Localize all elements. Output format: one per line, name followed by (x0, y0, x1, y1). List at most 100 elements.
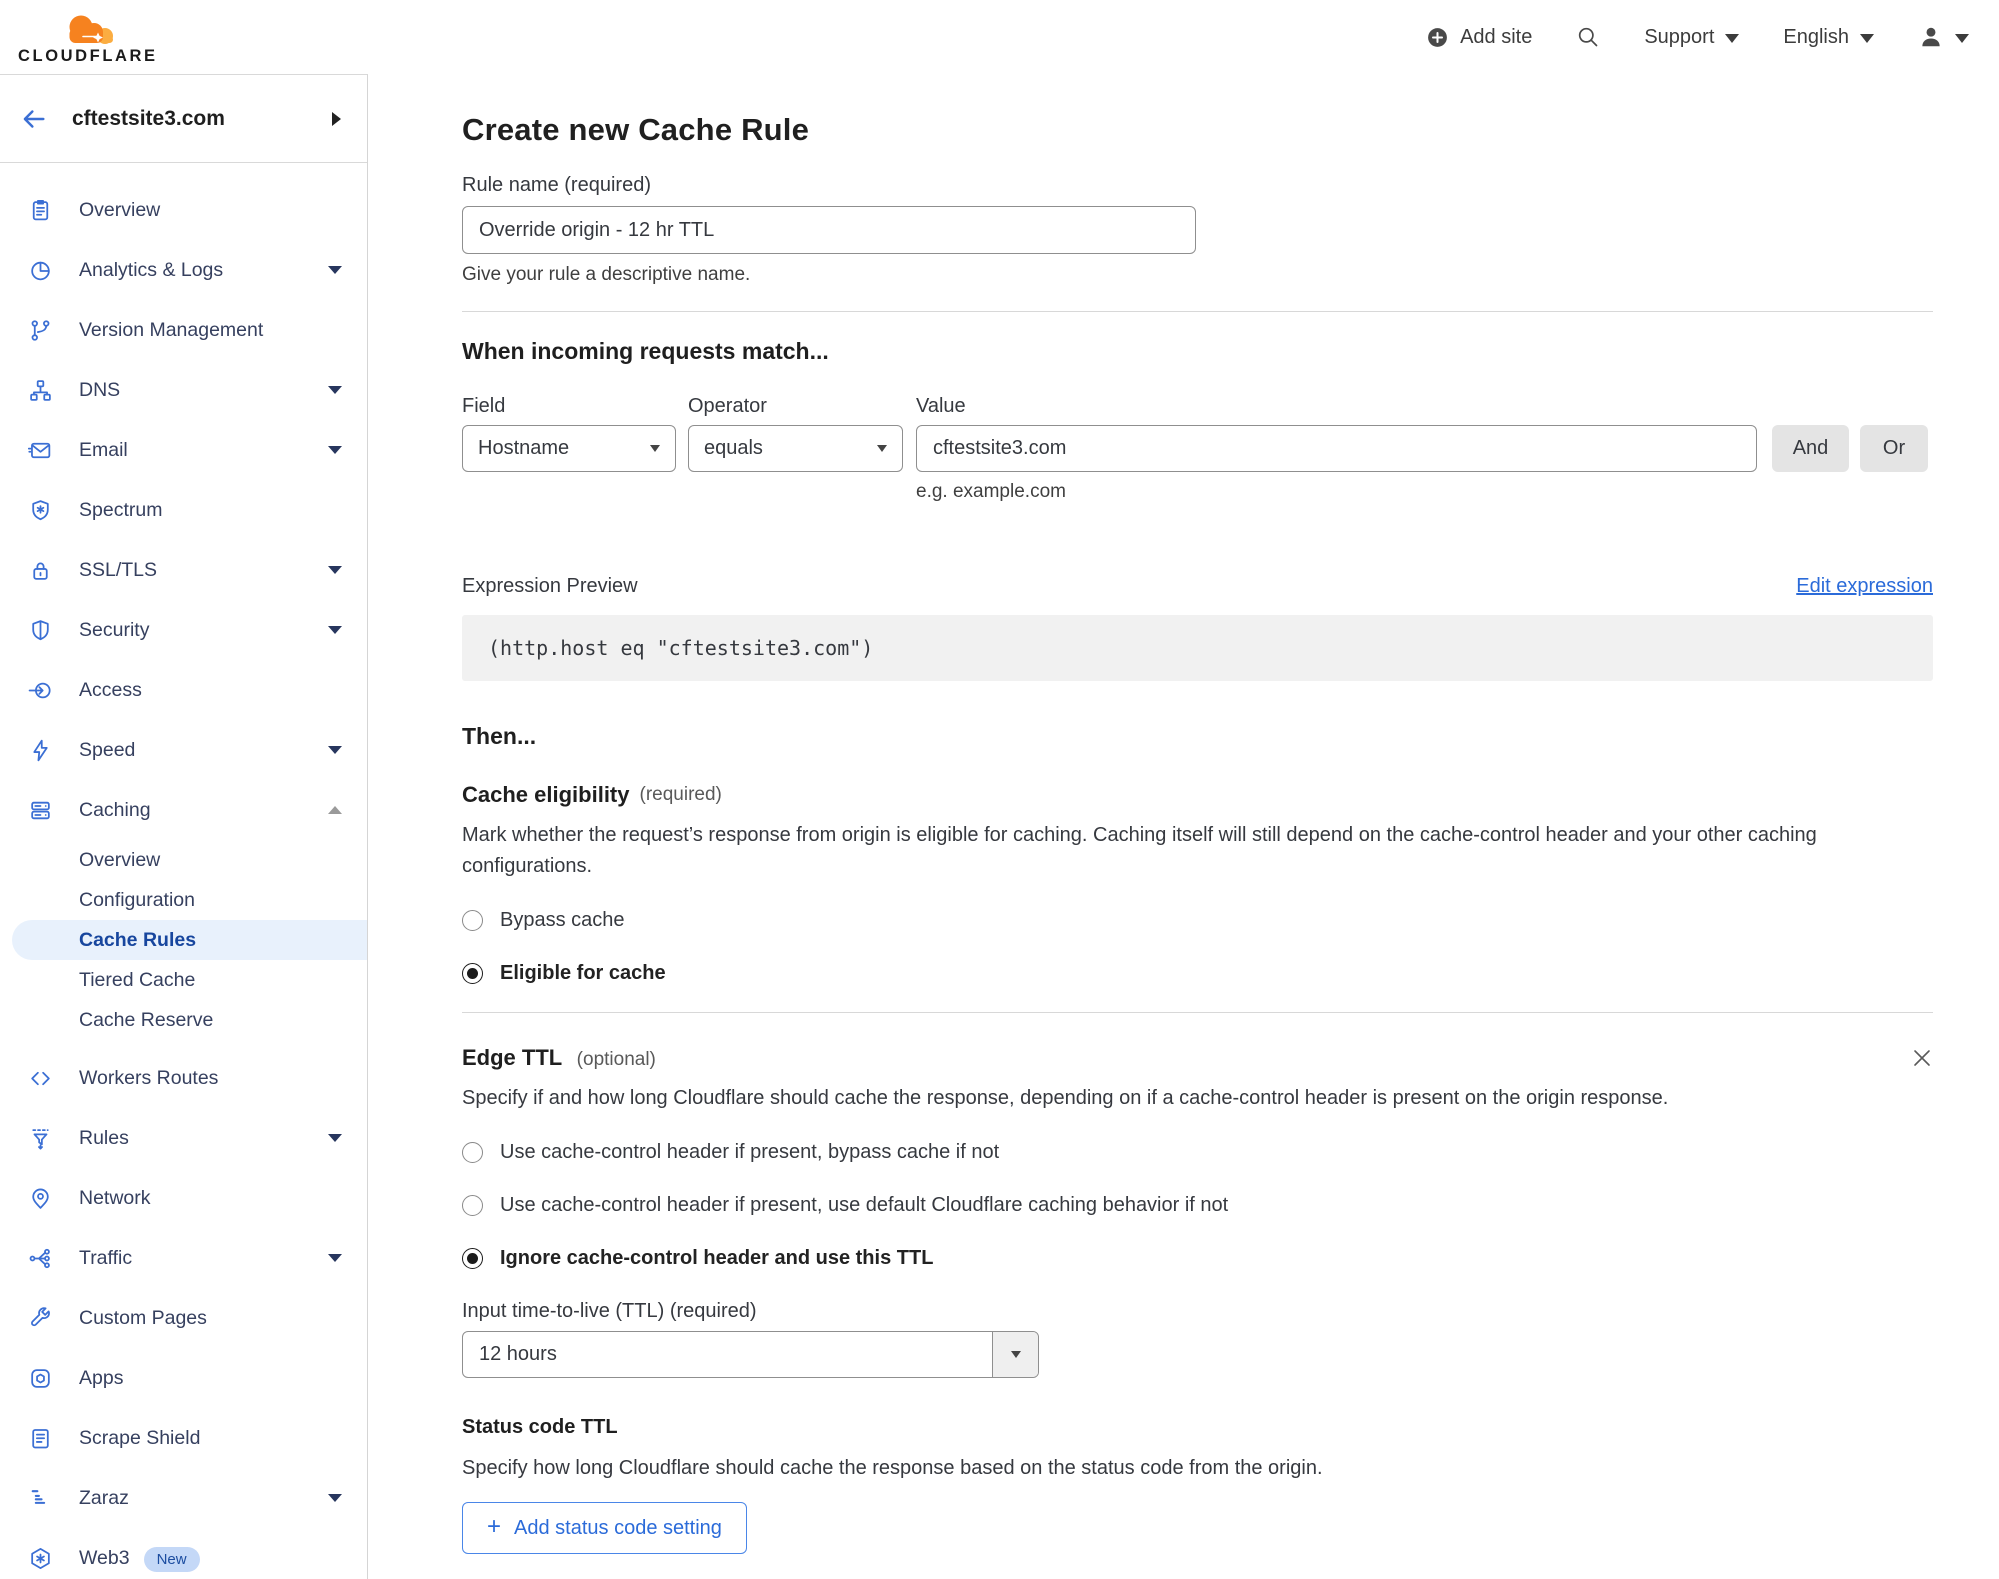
section-divider (462, 311, 1933, 312)
and-button[interactable]: And (1772, 425, 1849, 472)
sidebar-item-access[interactable]: Access (0, 660, 367, 720)
sidebar-item-email[interactable]: Email (0, 420, 367, 480)
optional-tag: (optional) (576, 1049, 656, 1070)
edge-ttl-option: Use cache-control header if present, byp… (462, 1138, 1933, 1166)
account-menu[interactable] (1918, 24, 1969, 50)
web3-icon (28, 1546, 53, 1571)
sidebar-item-traffic[interactable]: Traffic (0, 1228, 367, 1288)
chevron-down-icon (328, 446, 342, 454)
chevron-down-icon (877, 445, 887, 452)
section-divider (462, 1012, 1933, 1013)
radio-button[interactable] (462, 1141, 483, 1163)
expression-code: (http.host eq "cftestsite3.com") (488, 636, 874, 660)
sidebar-item-scrape-shield[interactable]: Scrape Shield (0, 1408, 367, 1468)
sidebar-item-spectrum[interactable]: Spectrum (0, 480, 367, 540)
sidebar-item-caching[interactable]: Caching (0, 780, 367, 840)
value-hint: e.g. example.com (916, 481, 1066, 502)
chevron-down-icon (328, 746, 342, 754)
close-edge-ttl-button[interactable] (1911, 1047, 1933, 1069)
sidebar-item-label: Speed (79, 738, 136, 761)
overview-icon (28, 198, 53, 223)
sidebar-item-rules[interactable]: Rules (0, 1108, 367, 1168)
radio-button-selected[interactable] (462, 1247, 483, 1269)
sidebar-item-custom-pages[interactable]: Custom Pages (0, 1288, 367, 1348)
chevron-down-icon (328, 626, 342, 634)
rule-name-input[interactable] (462, 206, 1196, 254)
chevron-down-icon (328, 566, 342, 574)
radio-button-selected[interactable] (462, 962, 483, 984)
chevron-down-icon (328, 386, 342, 394)
field-select[interactable]: Hostname (462, 425, 676, 472)
sidebar-item-overview[interactable]: Overview (0, 180, 367, 240)
sidebar-item-label: Caching (79, 798, 151, 821)
operator-select[interactable]: equals (688, 425, 903, 472)
sidebar-item-network[interactable]: Network (0, 1168, 367, 1228)
plus-icon: + (487, 1513, 502, 1540)
sidebar-item-label: Custom Pages (79, 1306, 207, 1329)
logo-wordmark: CLOUDFLARE (18, 46, 158, 65)
version-management-icon (28, 318, 53, 343)
sidebar-subitem-configuration[interactable]: Configuration (0, 880, 367, 920)
sidebar-nav: Overview Analytics & Logs Version Manageme… (0, 163, 367, 1579)
chevron-down-icon (328, 1254, 342, 1262)
sidebar-item-speed[interactable]: Speed (0, 720, 367, 780)
support-menu[interactable]: Support (1644, 26, 1740, 49)
sidebar-item-workers-routes[interactable]: Workers Routes (0, 1048, 367, 1108)
field-select-value: Hostname (478, 437, 570, 459)
sidebar-item-label: SSL/TLS (79, 558, 158, 581)
sidebar-item-label: Zaraz (79, 1486, 129, 1509)
edit-expression-link[interactable]: Edit expression (1796, 575, 1933, 598)
sidebar-item-version-management[interactable]: Version Management (0, 300, 367, 360)
edge-ttl-option: Ignore cache-control header and use this… (462, 1244, 1933, 1272)
language-label: English (1783, 25, 1849, 48)
sidebar-item-label: Rules (79, 1126, 129, 1149)
search-icon (1579, 27, 1598, 47)
sidebar-item-ssl-tls[interactable]: SSL/TLS (0, 540, 367, 600)
radio-button[interactable] (462, 1194, 483, 1216)
back-arrow-icon[interactable] (20, 105, 48, 133)
status-code-ttl-heading: Status code TTL (462, 1416, 618, 1438)
speed-icon (28, 738, 53, 763)
site-switcher[interactable]: cftestsite3.com (0, 75, 367, 163)
sidebar-subitem-cache-rules[interactable]: Cache Rules (12, 920, 367, 960)
chevron-down-icon (1725, 34, 1740, 43)
ttl-select[interactable]: 12 hours (462, 1331, 1039, 1378)
rules-icon (28, 1126, 53, 1151)
add-site-button[interactable]: Add site (1426, 26, 1532, 49)
sidebar-item-label: Web3 New (79, 1546, 342, 1572)
sidebar-item-security[interactable]: Security (0, 600, 367, 660)
sidebar-item-label: Security (79, 618, 150, 641)
page-title: Create new Cache Rule (462, 112, 810, 147)
match-value-input[interactable] (916, 425, 1757, 472)
ttl-select-dropdown-button[interactable] (992, 1332, 1038, 1377)
close-icon (1914, 1050, 1930, 1066)
status-code-ttl-description: Specify how long Cloudflare should cache… (462, 1457, 1323, 1479)
radio-button[interactable] (462, 909, 483, 931)
analytics-icon (28, 258, 53, 283)
sidebar-item-analytics-logs[interactable]: Analytics & Logs (0, 240, 367, 300)
sidebar-item-apps[interactable]: Apps (0, 1348, 367, 1408)
main-content: Create new Cache Rule Rule name (require… (368, 112, 1999, 1579)
cache-eligibility-description: Mark whether the request’s response from… (462, 824, 1817, 877)
radio-label: Ignore cache-control header and use this… (500, 1246, 934, 1269)
cloudflare-logo[interactable]: CLOUDFLARE (18, 12, 158, 66)
language-menu[interactable]: English (1783, 26, 1874, 49)
sidebar-item-web3[interactable]: Web3 New (0, 1528, 367, 1579)
edge-ttl-description: Specify if and how long Cloudflare shoul… (462, 1087, 1669, 1109)
add-status-code-button[interactable]: + Add status code setting (462, 1502, 747, 1554)
sidebar-subitem-overview[interactable]: Overview (0, 840, 367, 880)
sidebar-item-label: Network (79, 1186, 151, 1209)
ssl-tls-icon (28, 558, 53, 583)
custom-pages-icon (28, 1306, 53, 1331)
chevron-right-icon (332, 111, 341, 126)
sidebar-subitem-cache-reserve[interactable]: Cache Reserve (0, 1000, 367, 1040)
or-button[interactable]: Or (1860, 425, 1928, 472)
sidebar-item-label: Apps (79, 1366, 124, 1389)
rule-name-label: Rule name (required) (462, 174, 651, 196)
sidebar-item-dns[interactable]: DNS (0, 360, 367, 420)
search-button[interactable] (1576, 25, 1600, 49)
sidebar-subitem-tiered-cache[interactable]: Tiered Cache (0, 960, 367, 1000)
add-site-label: Add site (1460, 25, 1533, 48)
sidebar-item-zaraz[interactable]: Zaraz (0, 1468, 367, 1528)
